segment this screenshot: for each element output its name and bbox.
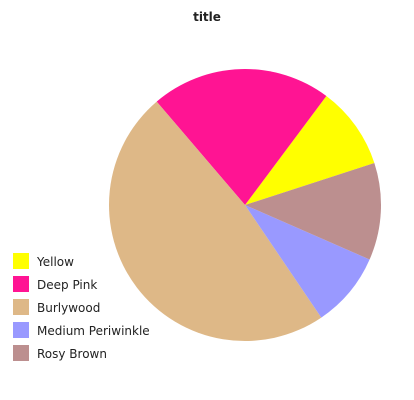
legend-swatch-rosy-brown: [13, 345, 29, 361]
pie-chart: title Yellow Deep Pink Burlywood Medium Per…: [13, 10, 381, 361]
legend-label-medium-periwinkle: Medium Periwinkle: [37, 324, 150, 338]
legend-swatch-burlywood: [13, 299, 29, 315]
legend-label-rosy-brown: Rosy Brown: [37, 347, 107, 361]
legend-label-burlywood: Burlywood: [37, 301, 100, 315]
chart-title: title: [193, 10, 221, 24]
legend-swatch-deep-pink: [13, 276, 29, 292]
chart-container: title Yellow Deep Pink Burlywood Medium Per…: [0, 0, 414, 400]
legend-swatch-medium-periwinkle: [13, 322, 29, 338]
pie-slices: [108, 69, 381, 342]
legend-swatch-yellow: [13, 253, 29, 269]
legend-label-deep-pink: Deep Pink: [37, 278, 97, 292]
legend-label-yellow: Yellow: [36, 255, 74, 269]
